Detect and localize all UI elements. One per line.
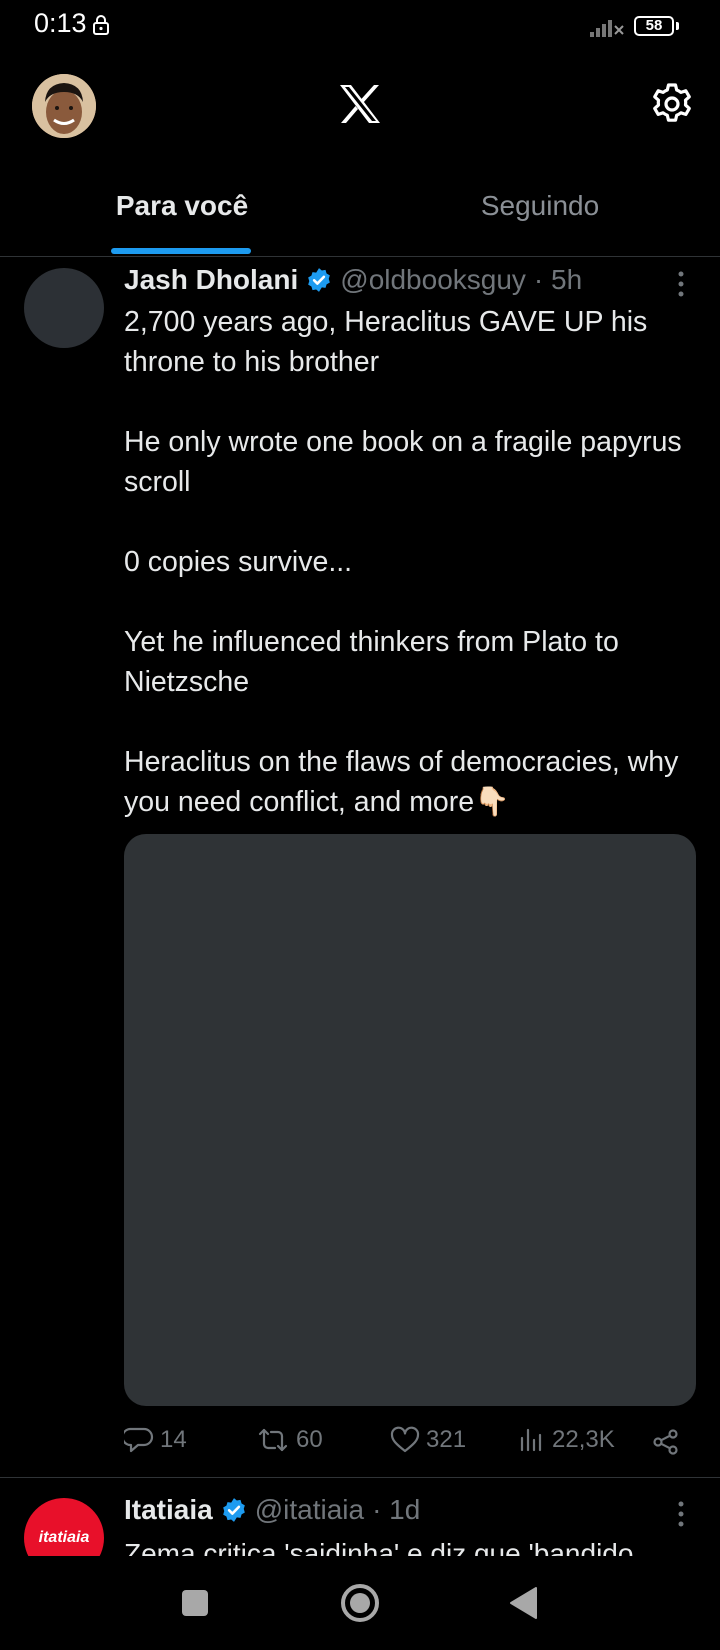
tweet-paragraph: Yet he influenced thinkers from Plato to… [124,626,619,698]
retweet-button[interactable]: 60 [256,1426,323,1454]
tab-seguindo[interactable]: Seguindo [360,190,720,222]
gear-icon[interactable] [650,82,694,126]
tweet-paragraph: Heraclitus on the flaws of democracies, … [124,746,679,818]
tweet-paragraph: 0 copies survive... [124,546,353,578]
verified-badge-icon [222,1498,245,1522]
x-logo-icon[interactable] [338,84,382,124]
more-options-icon[interactable] [676,270,686,298]
battery-tip [676,22,679,30]
avatar-photo [32,74,96,138]
tweet-time: · 1d [372,1494,421,1525]
active-tab-indicator [111,248,251,254]
retweet-icon [258,1428,288,1452]
more-options-icon[interactable] [676,1500,686,1528]
like-count: 321 [426,1426,467,1453]
tab-divider [0,256,720,257]
views-count: 22,3K [552,1426,615,1453]
heart-icon [390,1426,420,1453]
retweet-count: 60 [296,1426,323,1453]
like-button[interactable]: 321 [390,1426,466,1454]
status-time: 0:13 [34,8,87,38]
tweet-author-name[interactable]: Jash Dholani [124,264,298,296]
recent-apps-button[interactable] [182,1590,208,1616]
reply-count: 14 [160,1426,187,1453]
reply-button[interactable]: 14 [124,1426,187,1454]
tweet-author-handle[interactable]: @itatiaia [255,1494,364,1526]
tweet-body: 2,700 years ago, Heraclitus GAVE UP his … [124,302,704,822]
tweet-author-avatar[interactable] [24,268,104,348]
views-icon [520,1428,542,1452]
tweet-paragraph: 2,700 years ago, Heraclitus GAVE UP his … [124,306,648,378]
tweet-time: · 5h [533,264,583,295]
reply-icon [124,1427,154,1453]
lock-icon [93,15,109,35]
tweet-media[interactable] [124,834,696,1406]
tweet-divider [0,1477,720,1478]
tweet-author-handle[interactable]: @oldbooksguy [340,264,526,296]
back-icon[interactable] [508,1586,538,1620]
signal-icon [590,20,624,37]
views-button[interactable]: 22,3K [518,1426,615,1454]
battery-indicator: 58 [634,16,674,36]
tweet-paragraph: He only wrote one book on a fragile papy… [124,426,682,498]
tweet-header: Itatiaia @itatiaia · 1d [124,1494,420,1526]
home-button-dot [350,1593,370,1613]
tab-para-voce[interactable]: Para você [0,190,364,222]
tweet-author-name[interactable]: Itatiaia [124,1494,213,1526]
tweet-header: Jash Dholani @oldbooksguy · 5h [124,264,582,296]
share-icon[interactable] [652,1428,680,1456]
profile-avatar[interactable] [32,74,96,138]
verified-badge-icon [308,268,331,292]
